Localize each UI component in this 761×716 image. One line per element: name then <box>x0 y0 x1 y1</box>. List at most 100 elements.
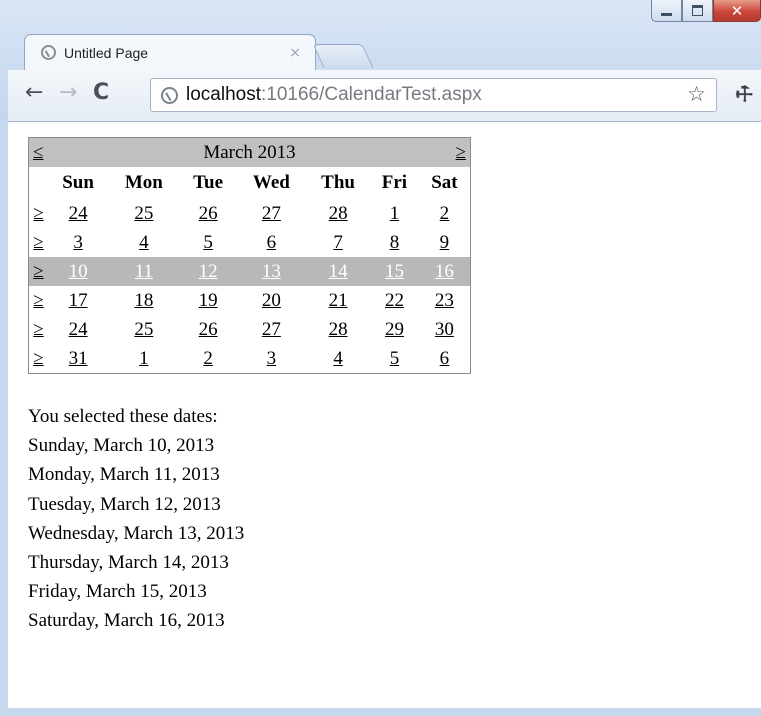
calendar-week-row: ≥3 4 5 6 7 8 9 <box>29 228 471 257</box>
calendar-day-link[interactable]: 31 <box>69 348 88 369</box>
next-month-link[interactable]: ≥ <box>456 142 466 164</box>
wrench-menu-icon[interactable]: ⚒ <box>729 79 759 109</box>
browser-window: ✕ Untitled Page × ← → C localhost:10166/… <box>0 0 761 716</box>
calendar-day-link[interactable]: 5 <box>390 348 400 369</box>
close-icon: ✕ <box>730 1 744 20</box>
select-week-link[interactable]: ≥ <box>33 319 43 340</box>
back-arrow-icon[interactable]: ← <box>25 82 43 104</box>
calendar-day-link[interactable]: 22 <box>385 290 404 311</box>
browser-toolbar: ← → C localhost:10166/CalendarTest.aspx … <box>8 70 761 122</box>
dow-wed: Wed <box>252 172 290 193</box>
window-border-left <box>0 122 8 716</box>
calendar-week-row: ≥24 25 26 27 28 1 2 <box>29 199 471 228</box>
calendar-title-row: ≤ March 2013 ≥ <box>28 137 471 167</box>
calendar-day-link[interactable]: 25 <box>134 319 153 340</box>
browser-tab[interactable]: Untitled Page × <box>24 34 316 70</box>
tab-close-icon[interactable]: × <box>289 45 301 61</box>
day-of-week-header: Sun Mon Tue Wed Thu Fri Sat <box>29 167 471 199</box>
calendar-day-link[interactable]: 10 <box>69 261 88 282</box>
calendar-day-link[interactable]: 12 <box>199 261 218 282</box>
forward-arrow-icon[interactable]: → <box>59 82 77 104</box>
select-week-link[interactable]: ≥ <box>33 290 43 311</box>
select-week-link[interactable]: ≥ <box>33 232 43 253</box>
calendar: ≤ March 2013 ≥ Sun Mon Tue Wed Thu Fri Sat ≥24… <box>28 137 471 374</box>
selected-date: Friday, March 15, 2013 <box>28 581 207 603</box>
minimize-icon <box>661 13 672 16</box>
calendar-day-link[interactable]: 4 <box>139 232 149 253</box>
calendar-day-link[interactable]: 26 <box>199 319 218 340</box>
selected-date: Sunday, March 10, 2013 <box>28 435 215 457</box>
calendar-day-link[interactable]: 27 <box>262 319 281 340</box>
calendar-day-link[interactable]: 6 <box>440 348 450 369</box>
calendar-day-link[interactable]: 8 <box>390 232 400 253</box>
dow-tue: Tue <box>193 172 224 193</box>
minimize-button[interactable] <box>651 0 682 22</box>
calendar-day-link[interactable]: 27 <box>262 203 281 224</box>
url-text: localhost:10166/CalendarTest.aspx <box>186 84 482 106</box>
maximize-button[interactable] <box>682 0 713 22</box>
selected-date: Wednesday, March 13, 2013 <box>28 522 245 544</box>
reload-icon[interactable]: C <box>93 82 109 104</box>
calendar-day-link[interactable]: 15 <box>385 261 404 282</box>
page-info-icon[interactable] <box>161 86 178 104</box>
calendar-day-link[interactable]: 14 <box>329 261 348 282</box>
page-favicon-icon <box>41 45 56 60</box>
calendar-day-link[interactable]: 30 <box>435 319 454 340</box>
selection-message: You selected these dates: Sunday, March … <box>28 402 471 636</box>
calendar-day-link[interactable]: 4 <box>333 348 343 369</box>
calendar-day-link[interactable]: 3 <box>267 348 277 369</box>
calendar-day-link[interactable]: 29 <box>385 319 404 340</box>
calendar-day-link[interactable]: 18 <box>134 290 153 311</box>
calendar-day-link[interactable]: 28 <box>329 203 348 224</box>
page-viewport: ≤ March 2013 ≥ Sun Mon Tue Wed Thu Fri Sat ≥24… <box>8 122 761 708</box>
selected-date: Thursday, March 14, 2013 <box>28 552 229 574</box>
window-controls: ✕ <box>651 0 761 24</box>
window-border-bottom <box>0 708 761 716</box>
url-host: localhost <box>186 84 261 105</box>
select-week-link[interactable]: ≥ <box>33 203 43 224</box>
select-week-link[interactable]: ≥ <box>33 261 43 282</box>
calendar-day-link[interactable]: 28 <box>329 319 348 340</box>
calendar-day-link[interactable]: 19 <box>199 290 218 311</box>
calendar-day-link[interactable]: 16 <box>435 261 454 282</box>
calendar-week-row: ≥24 25 26 27 28 29 30 <box>29 315 471 344</box>
selected-date: Monday, March 11, 2013 <box>28 464 220 486</box>
calendar-day-link[interactable]: 24 <box>69 319 88 340</box>
calendar-day-link[interactable]: 9 <box>440 232 450 253</box>
dow-mon: Mon <box>124 172 163 193</box>
calendar-day-link[interactable]: 23 <box>435 290 454 311</box>
url-path: :10166/CalendarTest.aspx <box>261 84 482 105</box>
calendar-day-link[interactable]: 3 <box>73 232 83 253</box>
page-content: ≤ March 2013 ≥ Sun Mon Tue Wed Thu Fri Sat ≥24… <box>28 137 471 636</box>
close-window-button[interactable]: ✕ <box>713 0 761 22</box>
calendar-day-link[interactable]: 1 <box>139 348 149 369</box>
calendar-day-link[interactable]: 26 <box>199 203 218 224</box>
new-tab-button[interactable] <box>312 44 374 68</box>
calendar-day-link[interactable]: 11 <box>135 261 153 282</box>
calendar-day-link[interactable]: 24 <box>69 203 88 224</box>
prev-month-link[interactable]: ≤ <box>33 142 43 164</box>
calendar-day-link[interactable]: 1 <box>390 203 400 224</box>
calendar-day-link[interactable]: 25 <box>134 203 153 224</box>
calendar-day-link[interactable]: 2 <box>440 203 450 224</box>
selected-date: Tuesday, March 12, 2013 <box>28 493 221 515</box>
bookmark-star-icon[interactable]: ☆ <box>687 82 706 106</box>
calendar-day-link[interactable]: 21 <box>329 290 348 311</box>
dow-sat: Sat <box>431 172 458 193</box>
dow-fri: Fri <box>381 172 408 193</box>
select-week-link[interactable]: ≥ <box>33 348 43 369</box>
selection-heading: You selected these dates: <box>28 406 218 427</box>
calendar-week-row: ≥17 18 19 20 21 22 23 <box>29 286 471 315</box>
tab-title: Untitled Page <box>64 44 149 61</box>
selected-date: Saturday, March 16, 2013 <box>28 610 225 632</box>
calendar-day-link[interactable]: 5 <box>203 232 213 253</box>
address-bar[interactable]: localhost:10166/CalendarTest.aspx ☆ <box>150 78 717 112</box>
maximize-icon <box>692 5 703 16</box>
calendar-day-link[interactable]: 17 <box>69 290 88 311</box>
calendar-day-link[interactable]: 2 <box>203 348 213 369</box>
calendar-day-link[interactable]: 13 <box>262 261 281 282</box>
calendar-week-row: ≥31 1 2 3 4 5 6 <box>29 344 471 374</box>
calendar-day-link[interactable]: 20 <box>262 290 281 311</box>
calendar-day-link[interactable]: 6 <box>267 232 277 253</box>
calendar-day-link[interactable]: 7 <box>333 232 343 253</box>
